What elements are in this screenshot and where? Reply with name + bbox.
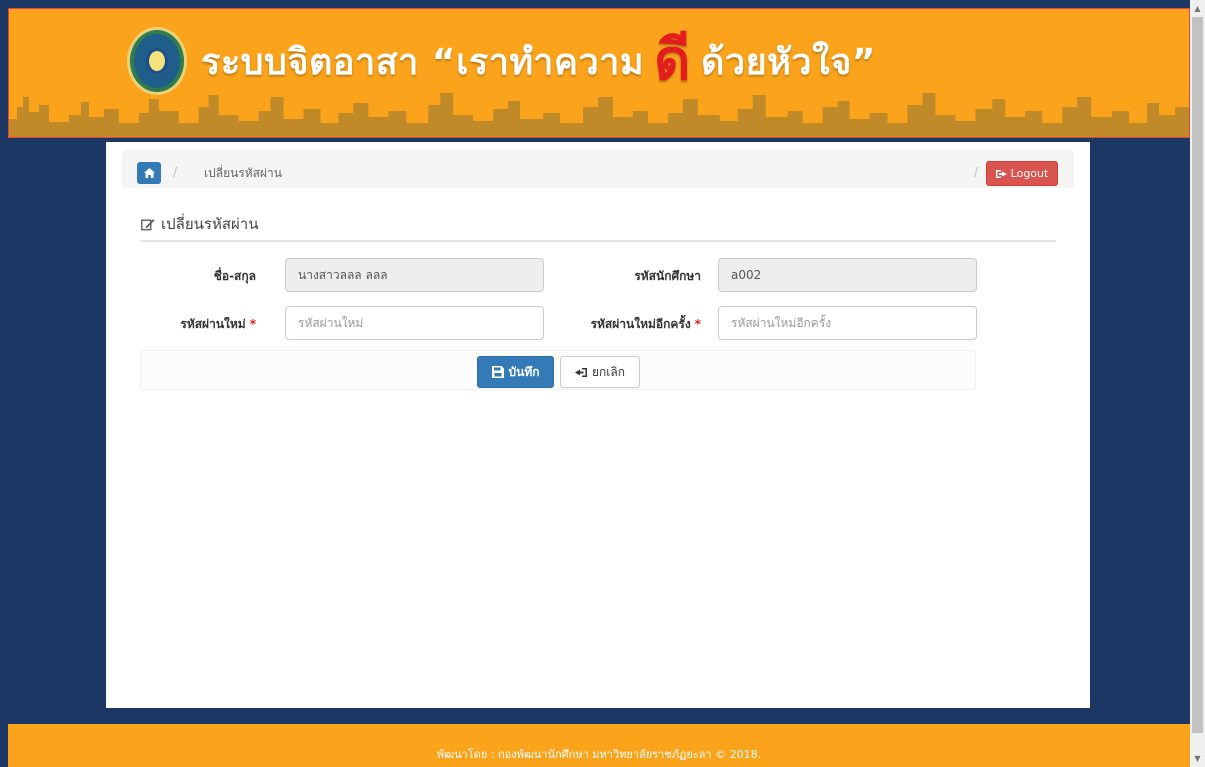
- banner-title: ระบบจิตอาสา “เราทำความ ดี ด้วยหัวใจ”: [201, 33, 876, 89]
- confirm-password-label-text: รหัสผ่านใหม่อีกครั้ง: [590, 317, 691, 331]
- home-icon: [143, 168, 155, 178]
- form-actions: [140, 350, 976, 390]
- name-value: นางสาวลลล ลลล: [298, 267, 388, 282]
- section-title-text: เปลี่ยนรหัสผ่าน: [161, 215, 259, 233]
- breadcrumb-separator: /: [173, 165, 178, 179]
- save-label: บันทึก: [508, 364, 540, 379]
- footer: พัฒนาโดย : กองพัฒนานักศึกษา มหาวิทยาลัยร…: [8, 724, 1190, 767]
- student-id-field: a002: [718, 258, 977, 292]
- cancel-label: ยกเลิก: [591, 364, 626, 379]
- name-field: นางสาวลลล ลลล: [285, 258, 544, 292]
- scrollbar-thumb[interactable]: [1192, 17, 1203, 733]
- confirm-password-field[interactable]: [718, 306, 977, 340]
- breadcrumb: / เปลี่ยนรหัสผ่าน / Logout: [122, 150, 1074, 188]
- save-button[interactable]: บันทึก: [477, 356, 554, 388]
- vertical-scrollbar[interactable]: ▲ ▼: [1190, 0, 1205, 767]
- breadcrumb-current: เปลี่ยนรหัสผ่าน: [204, 166, 282, 180]
- cancel-button[interactable]: ยกเลิก: [560, 356, 640, 388]
- header-banner: ระบบจิตอาสา “เราทำความ ดี ด้วยหัวใจ”: [8, 8, 1190, 138]
- sign-in-icon: [574, 367, 587, 377]
- scroll-up-arrow-icon[interactable]: ▲: [1190, 0, 1205, 17]
- banner-title-part2: ด้วยหัวใจ”: [700, 41, 876, 83]
- new-password-input[interactable]: [298, 307, 531, 339]
- banner-title-accent: ดี: [654, 28, 691, 93]
- section-divider: [140, 240, 1056, 242]
- new-password-label-text: รหัสผ่านใหม่: [180, 317, 246, 331]
- confirm-password-label: รหัสผ่านใหม่อีกครั้ง *: [556, 315, 701, 334]
- logout-button[interactable]: Logout: [986, 161, 1058, 186]
- scroll-down-arrow-icon[interactable]: ▼: [1190, 750, 1205, 767]
- student-id-value: a002: [731, 268, 762, 282]
- student-id-label-text: รหัสนักศึกษา: [634, 269, 701, 283]
- new-password-label: รหัสผ่านใหม่ *: [146, 315, 256, 334]
- confirm-password-input[interactable]: [731, 307, 964, 339]
- floppy-disk-icon: [491, 366, 504, 378]
- footer-text: พัฒนาโดย : กองพัฒนานักศึกษา มหาวิทยาลัยร…: [436, 748, 762, 761]
- banner-title-part1: ระบบจิตอาสา “เราทำความ: [201, 41, 645, 83]
- sign-out-icon: [995, 169, 1007, 178]
- new-password-field[interactable]: [285, 306, 544, 340]
- section-title: เปลี่ยนรหัสผ่าน: [141, 212, 258, 236]
- home-button[interactable]: [137, 162, 161, 184]
- university-seal-logo: [127, 27, 187, 95]
- main-card: / เปลี่ยนรหัสผ่าน / Logout เปลี่ยนรหัสผ่…: [106, 142, 1090, 708]
- name-label: ชื่อ-สกุล: [146, 267, 256, 286]
- required-mark: *: [249, 317, 256, 331]
- required-mark: *: [694, 317, 701, 331]
- student-id-label: รหัสนักศึกษา: [576, 267, 701, 286]
- logout-label: Logout: [1010, 167, 1049, 180]
- edit-icon: [141, 218, 155, 230]
- breadcrumb-separator: /: [974, 165, 979, 179]
- name-label-text: ชื่อ-สกุล: [213, 269, 256, 283]
